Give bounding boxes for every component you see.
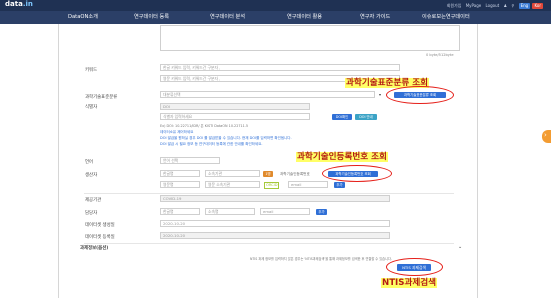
logo-suffix: .in <box>22 0 33 8</box>
mypage-link[interactable]: MyPage <box>466 3 482 8</box>
registered-date-label: 데이터셋 등록일 <box>85 235 115 240</box>
divider <box>84 243 454 244</box>
created-date-label: 데이터셋 생성일 <box>85 223 115 228</box>
language-select[interactable]: 언어 선택 <box>160 157 220 164</box>
annotation-ntis: NTIS과제검색 <box>381 278 438 288</box>
highlight-ellipse-researcher <box>322 165 392 182</box>
nav-item-analysis[interactable]: 연구데이터 분석 <box>210 11 245 24</box>
creator-label: 생산자 <box>85 173 98 178</box>
utility-links: 회원가입 MyPage Logout ♟ ⚲ Eng Kor <box>444 0 543 11</box>
keyword-label: 키워드 <box>85 68 98 73</box>
registered-date-field: 2020-10-20 <box>160 232 390 239</box>
contact-name-input[interactable]: 한글명 <box>160 208 200 215</box>
contact-add-button[interactable]: 추가 <box>316 209 327 215</box>
search-icon[interactable]: ⚲ <box>511 3 514 8</box>
english-button[interactable]: Eng <box>518 3 531 9</box>
logout-link[interactable]: Logout <box>486 3 500 8</box>
chevron-down-icon: ▾ <box>379 92 382 97</box>
nav-item-register[interactable]: 연구데이터 등록 <box>134 11 169 24</box>
language-label: 언어 <box>85 160 94 165</box>
nav-item-issues[interactable]: 이슈로보는연구데이터 <box>422 11 470 24</box>
creator-add-button[interactable]: 추가 <box>334 182 345 188</box>
created-date-input[interactable]: 2020-10-20 <box>160 220 390 227</box>
signup-link[interactable]: 회원가입 <box>447 3 462 8</box>
highlight-ellipse-classification <box>386 86 454 104</box>
logo-text: data <box>5 0 23 8</box>
researcher-number-field: 과학기술인등록번호 <box>280 172 310 176</box>
creator-email-input[interactable]: email <box>288 181 328 188</box>
contact-affiliation-input[interactable]: 소속명 <box>205 208 255 215</box>
description-textarea[interactable] <box>160 25 460 51</box>
annotation-researcher: 과학기술인등록번호 조회 <box>296 152 388 162</box>
nav-item-guide[interactable]: 연구자 가이드 <box>360 11 390 24</box>
project-section-label: 과제정보(옵션) <box>80 246 109 251</box>
project-description: NTIS 과제 정보를 입력하지 않은 경우는 'NTIS과제검색'을 통해 과… <box>250 257 392 261</box>
identifier-input[interactable]: 식별자 입력하세요 <box>160 113 310 120</box>
identifier-example: Ex) DOI: 10.22711/IDR/ 은 KISTI DataON 10… <box>160 124 249 128</box>
identifier-type-select[interactable]: DOI <box>160 103 310 110</box>
funder-label: 제공기관 <box>85 198 102 203</box>
classification-label: 과학기술표준분류 <box>85 95 118 100</box>
funder-field: COVID-19 <box>160 195 390 202</box>
creator-english-affiliation-input[interactable]: 영문 소속기관 <box>205 181 260 188</box>
keyword-korean-input[interactable]: 한글 키워드 입력, 키워드간 구분자 , <box>160 64 400 71</box>
chevron-right-icon: › <box>544 131 547 139</box>
contact-label: 담당자 <box>85 211 98 216</box>
doi-guide-button[interactable]: DOI 안내 <box>355 114 377 120</box>
orcid-badge[interactable]: ORCID <box>264 182 280 189</box>
creator-count-badge: 1명 <box>263 171 273 177</box>
creator-affiliation-input[interactable]: 소속기관 <box>205 170 260 177</box>
contact-email-input[interactable]: email <box>260 208 310 215</box>
identifier-note-3: DOI 발급 시 필요 정보 등 연구데이터 등록에 관한 안내를 확인하세요. <box>160 142 263 146</box>
creator-name-input[interactable]: 한글명 <box>160 170 200 177</box>
nav-item-usage[interactable]: 연구데이터 활용 <box>287 11 322 24</box>
identifier-label: 식별자 <box>85 105 98 110</box>
classification-select[interactable]: 대분류선택 <box>160 91 375 98</box>
highlight-ellipse-ntis <box>386 258 443 276</box>
creator-english-name-input[interactable]: 영문명 <box>160 181 200 188</box>
nav-item-about[interactable]: DataON소개 <box>68 11 98 24</box>
divider <box>84 193 454 194</box>
doi-check-button[interactable]: DOI확인 <box>332 114 352 120</box>
korean-button[interactable]: Kor <box>532 3 543 9</box>
logo[interactable]: data.in <box>5 0 33 11</box>
byte-counter: 0 byte/512byte <box>426 53 454 57</box>
identifier-note-2: DOI 발급을 원하실 경우 DOI 를 발급받을 수 있습니다. 현재 DOI… <box>160 136 292 140</box>
user-icon[interactable]: ♟ <box>504 3 508 8</box>
chevron-down-icon[interactable]: ⌄ <box>458 244 462 250</box>
identifier-note-1: 데이터소유 제어하세요 <box>160 130 194 134</box>
